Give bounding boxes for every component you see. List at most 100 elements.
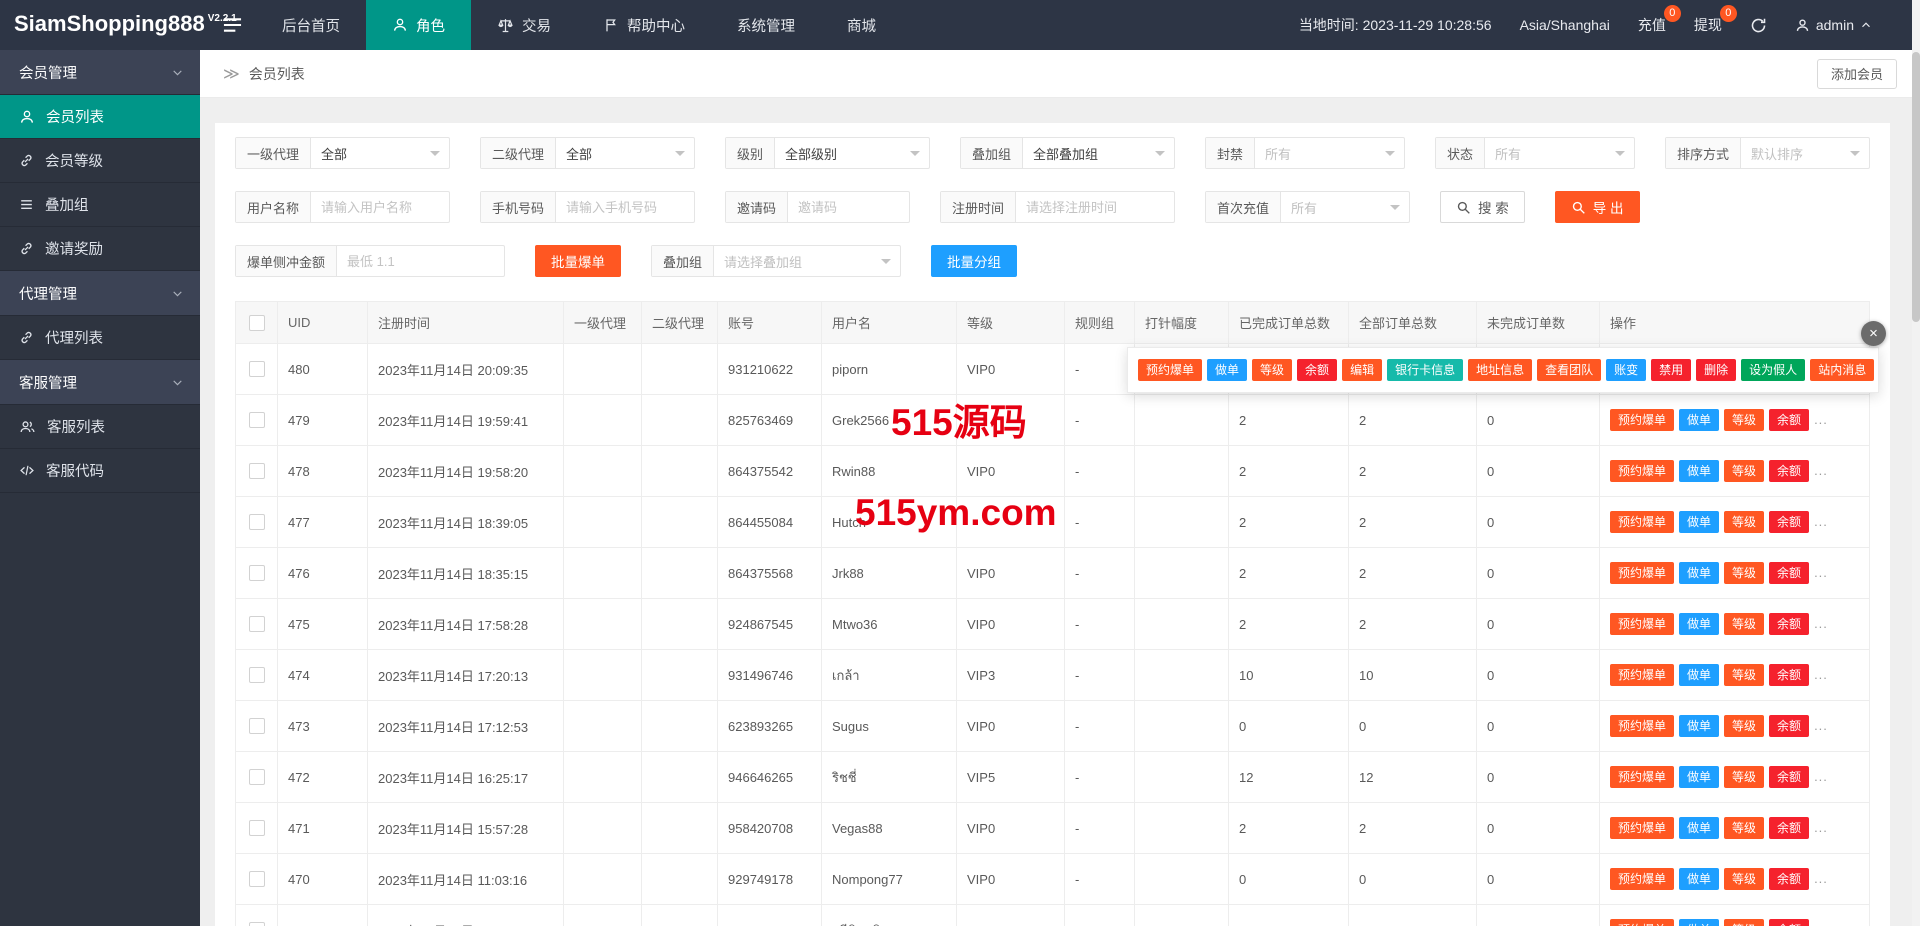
scrollbar-thumb[interactable] bbox=[1912, 52, 1920, 322]
row-action-make-order[interactable]: 做单 bbox=[1679, 664, 1719, 686]
row-action-reserve-burst[interactable]: 预约爆单 bbox=[1610, 409, 1674, 431]
nav-item-trade[interactable]: 交易 bbox=[471, 0, 577, 50]
phone-input[interactable] bbox=[556, 192, 694, 222]
row-action-balance[interactable]: 余额 bbox=[1769, 460, 1809, 482]
row-action-level[interactable]: 等级 bbox=[1724, 562, 1764, 584]
row-action-reserve-burst[interactable]: 预约爆单 bbox=[1610, 919, 1674, 926]
popup-action-view-team[interactable]: 查看团队 bbox=[1537, 359, 1601, 381]
sidebar-group-member-management[interactable]: 会员管理 bbox=[0, 50, 200, 95]
more-actions[interactable]: ... bbox=[1814, 412, 1828, 427]
sidebar-toggle-button[interactable] bbox=[208, 0, 256, 50]
username-input[interactable] bbox=[311, 192, 449, 222]
popup-action-account-change[interactable]: 账变 bbox=[1606, 359, 1646, 381]
row-action-reserve-burst[interactable]: 预约爆单 bbox=[1610, 868, 1674, 890]
row-checkbox[interactable] bbox=[249, 820, 265, 836]
more-actions[interactable]: ... bbox=[1814, 718, 1828, 733]
row-action-level[interactable]: 等级 bbox=[1724, 664, 1764, 686]
sidebar-group-agent-management[interactable]: 代理管理 bbox=[0, 271, 200, 316]
more-actions[interactable]: ... bbox=[1814, 769, 1828, 784]
popup-action-set-fake-user[interactable]: 设为假人 bbox=[1741, 359, 1805, 381]
more-actions[interactable]: ... bbox=[1814, 922, 1828, 926]
more-actions[interactable]: ... bbox=[1814, 667, 1828, 682]
row-action-level[interactable]: 等级 bbox=[1724, 868, 1764, 890]
withdraw-link[interactable]: 提现 0 bbox=[1694, 15, 1722, 35]
recharge-link[interactable]: 充值 0 bbox=[1638, 15, 1666, 35]
filter-select-level[interactable]: 级别全部级别 bbox=[725, 137, 930, 169]
row-action-balance[interactable]: 余额 bbox=[1769, 817, 1809, 839]
row-checkbox[interactable] bbox=[249, 922, 265, 926]
filter-select-sort[interactable]: 排序方式默认排序 bbox=[1665, 137, 1870, 169]
filter-select-agent2[interactable]: 二级代理全部 bbox=[480, 137, 695, 169]
nav-item-roles[interactable]: 角色 bbox=[366, 0, 471, 50]
refresh-button[interactable] bbox=[1750, 17, 1767, 34]
row-action-level[interactable]: 等级 bbox=[1724, 817, 1764, 839]
sidebar-group-service-management[interactable]: 客服管理 bbox=[0, 360, 200, 405]
more-actions[interactable]: ... bbox=[1814, 514, 1828, 529]
more-actions[interactable]: ... bbox=[1814, 871, 1828, 886]
row-action-balance[interactable]: 余额 bbox=[1769, 409, 1809, 431]
nav-item-help-center[interactable]: 帮助中心 bbox=[577, 0, 711, 50]
row-action-reserve-burst[interactable]: 预约爆单 bbox=[1610, 715, 1674, 737]
nav-item-dashboard[interactable]: 后台首页 bbox=[256, 0, 366, 50]
row-checkbox[interactable] bbox=[249, 769, 265, 785]
reg-time-input[interactable] bbox=[1016, 192, 1174, 222]
burst-amount-input[interactable] bbox=[337, 246, 504, 276]
row-action-make-order[interactable]: 做单 bbox=[1679, 562, 1719, 584]
row-action-make-order[interactable]: 做单 bbox=[1679, 817, 1719, 839]
row-action-level[interactable]: 等级 bbox=[1724, 715, 1764, 737]
row-action-reserve-burst[interactable]: 预约爆单 bbox=[1610, 613, 1674, 635]
sidebar-item-member-list[interactable]: 会员列表 bbox=[0, 95, 200, 139]
row-checkbox[interactable] bbox=[249, 871, 265, 887]
row-checkbox[interactable] bbox=[249, 463, 265, 479]
row-action-reserve-burst[interactable]: 预约爆单 bbox=[1610, 562, 1674, 584]
row-action-balance[interactable]: 余额 bbox=[1769, 613, 1809, 635]
close-icon[interactable]: × bbox=[1861, 321, 1886, 346]
sidebar-item-agent-list[interactable]: 代理列表 bbox=[0, 316, 200, 360]
batch-burst-button[interactable]: 批量爆单 bbox=[535, 245, 621, 277]
row-checkbox[interactable] bbox=[249, 412, 265, 428]
row-action-make-order[interactable]: 做单 bbox=[1679, 715, 1719, 737]
more-actions[interactable]: ... bbox=[1814, 463, 1828, 478]
row-checkbox[interactable] bbox=[249, 667, 265, 683]
filter-select-agent1[interactable]: 一级代理全部 bbox=[235, 137, 450, 169]
user-menu[interactable]: admin bbox=[1795, 17, 1872, 33]
popup-action-level[interactable]: 等级 bbox=[1252, 359, 1292, 381]
popup-action-balance[interactable]: 余额 bbox=[1297, 359, 1337, 381]
row-checkbox[interactable] bbox=[249, 616, 265, 632]
select-all-checkbox[interactable] bbox=[249, 315, 265, 331]
row-action-balance[interactable]: 余额 bbox=[1769, 919, 1809, 926]
row-action-balance[interactable]: 余额 bbox=[1769, 511, 1809, 533]
sidebar-item-service-code[interactable]: 客服代码 bbox=[0, 449, 200, 493]
row-action-level[interactable]: 等级 bbox=[1724, 919, 1764, 926]
row-action-make-order[interactable]: 做单 bbox=[1679, 613, 1719, 635]
nav-item-system[interactable]: 系统管理 bbox=[711, 0, 821, 50]
sidebar-item-service-list[interactable]: 客服列表 bbox=[0, 405, 200, 449]
popup-action-reserve-burst[interactable]: 预约爆单 bbox=[1138, 359, 1202, 381]
row-action-make-order[interactable]: 做单 bbox=[1679, 409, 1719, 431]
sidebar-item-stack-group[interactable]: 叠加组 bbox=[0, 183, 200, 227]
row-action-reserve-burst[interactable]: 预约爆单 bbox=[1610, 664, 1674, 686]
filter-select-status[interactable]: 状态所有 bbox=[1435, 137, 1635, 169]
invite-code-input[interactable] bbox=[788, 192, 909, 222]
sidebar-item-member-level[interactable]: 会员等级 bbox=[0, 139, 200, 183]
more-actions[interactable]: ... bbox=[1814, 616, 1828, 631]
filter-select-stack-group-pick[interactable]: 叠加组请选择叠加组 bbox=[651, 245, 901, 277]
row-checkbox[interactable] bbox=[249, 718, 265, 734]
row-action-balance[interactable]: 余额 bbox=[1769, 562, 1809, 584]
row-action-balance[interactable]: 余额 bbox=[1769, 868, 1809, 890]
row-action-level[interactable]: 等级 bbox=[1724, 511, 1764, 533]
row-action-make-order[interactable]: 做单 bbox=[1679, 460, 1719, 482]
search-button[interactable]: 搜 索 bbox=[1440, 191, 1525, 223]
sidebar-item-invite-reward[interactable]: 邀请奖励 bbox=[0, 227, 200, 271]
row-action-level[interactable]: 等级 bbox=[1724, 409, 1764, 431]
row-checkbox[interactable] bbox=[249, 565, 265, 581]
popup-action-address-info[interactable]: 地址信息 bbox=[1468, 359, 1532, 381]
filter-select-ban[interactable]: 封禁所有 bbox=[1205, 137, 1405, 169]
popup-action-bank-card-info[interactable]: 银行卡信息 bbox=[1387, 359, 1463, 381]
filter-select-first-recharge[interactable]: 首次充值所有 bbox=[1205, 191, 1410, 223]
popup-action-disable[interactable]: 禁用 bbox=[1651, 359, 1691, 381]
row-action-reserve-burst[interactable]: 预约爆单 bbox=[1610, 460, 1674, 482]
batch-group-button[interactable]: 批量分组 bbox=[931, 245, 1017, 277]
more-actions[interactable]: ... bbox=[1814, 565, 1828, 580]
nav-item-mall[interactable]: 商城 bbox=[821, 0, 902, 50]
